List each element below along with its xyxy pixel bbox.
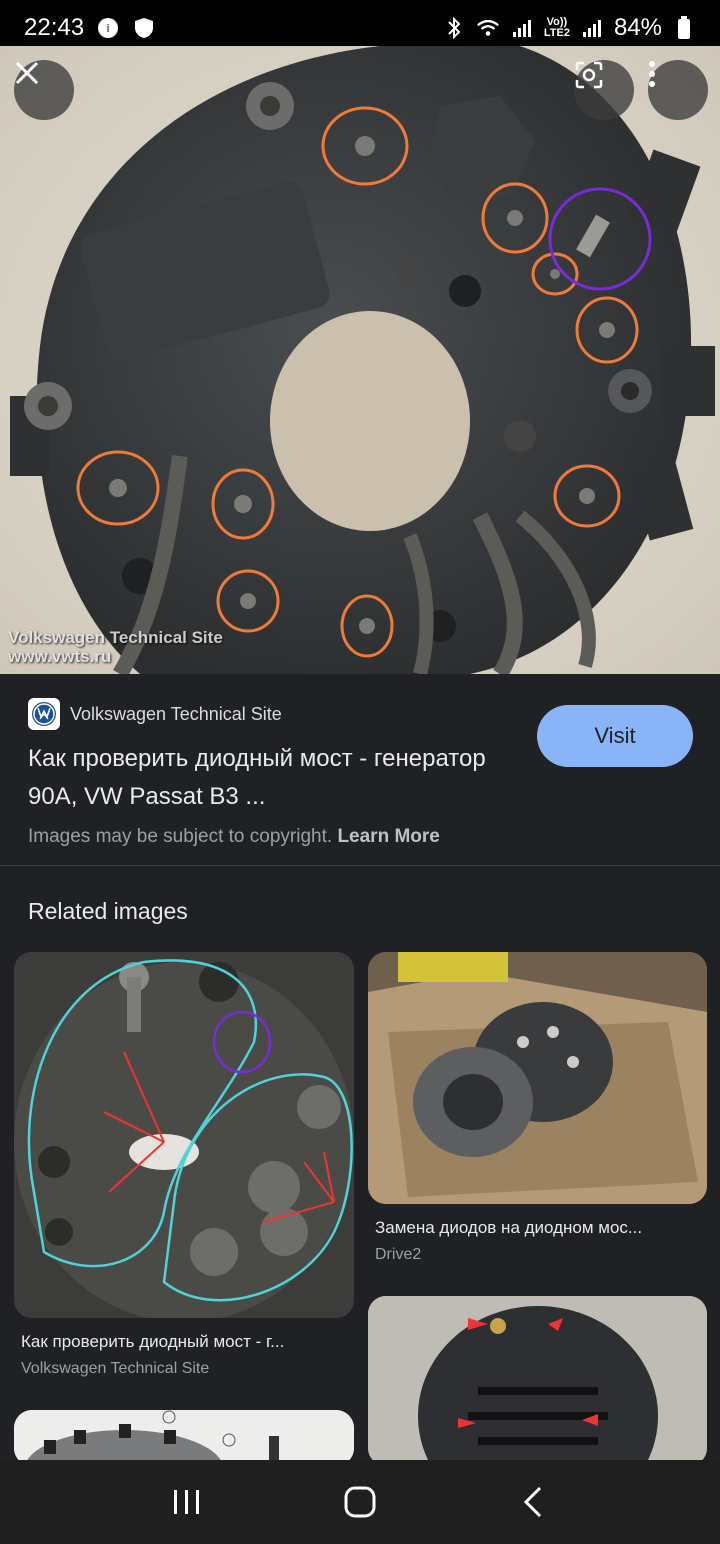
system-nav-bar [0,1460,720,1544]
google-lens-icon [575,61,603,89]
back-icon [524,1486,542,1518]
bluetooth-icon [442,16,466,40]
home-icon [344,1486,376,1518]
related-images-header: Related images [28,898,188,924]
battery-percent: 84% [613,14,662,41]
related-thumbnail [14,952,354,1318]
more-vert-icon [649,61,655,87]
close-icon [15,61,39,85]
hero-image[interactable]: Volkswagen Technical Site www.vwts.ru [0,46,720,674]
svg-text:i: i [107,22,110,35]
image-watermark: Volkswagen Technical Site www.vwts.ru [8,628,223,666]
learn-more-link[interactable]: Learn More [337,826,439,847]
recent-apps-icon [173,1490,199,1514]
signal-icon [510,16,534,40]
related-item-title: Замена диодов на диодном мос... [375,1218,643,1237]
battery-icon [672,16,696,40]
related-item-source: Volkswagen Technical Site [21,1360,210,1377]
related-item[interactable] [368,1296,707,1466]
related-item[interactable]: Как проверить диодный мост - г... Volksw… [14,952,354,1378]
source-row[interactable]: Volkswagen Technical Site [28,698,282,730]
wifi-icon [476,16,500,40]
related-item-title: Как проверить диодный мост - г... [21,1332,285,1351]
shield-icon [132,16,156,40]
image-title[interactable]: Как проверить диодный мост - генератор 9… [28,740,498,816]
signal-icon-2 [580,16,604,40]
source-name: Volkswagen Technical Site [70,703,282,724]
copyright-notice: Images may be subject to copyright. Lear… [28,826,440,847]
related-item[interactable]: Замена диодов на диодном мос... Drive2 [368,952,707,1264]
recent-apps-button[interactable] [157,1472,217,1532]
close-button[interactable] [14,60,74,120]
clock: 22:43 [24,14,85,41]
image-info-panel: Volkswagen Technical Site Как проверить … [0,674,720,866]
visit-button[interactable]: Visit [537,705,693,767]
diode-bridge-photo [0,46,720,674]
related-thumbnail [368,952,707,1204]
network-type: Vo)) LTE2 [543,16,570,39]
related-item[interactable] [14,1410,354,1466]
related-thumbnail [368,1296,707,1466]
vw-logo-icon [28,698,60,730]
more-options-button[interactable] [648,60,708,120]
related-thumbnail [14,1410,354,1466]
related-item-source: Drive2 [375,1246,422,1263]
back-button[interactable] [503,1472,563,1532]
vpn-icon: i [96,16,120,40]
home-button[interactable] [330,1472,390,1532]
lens-button[interactable] [574,60,634,120]
